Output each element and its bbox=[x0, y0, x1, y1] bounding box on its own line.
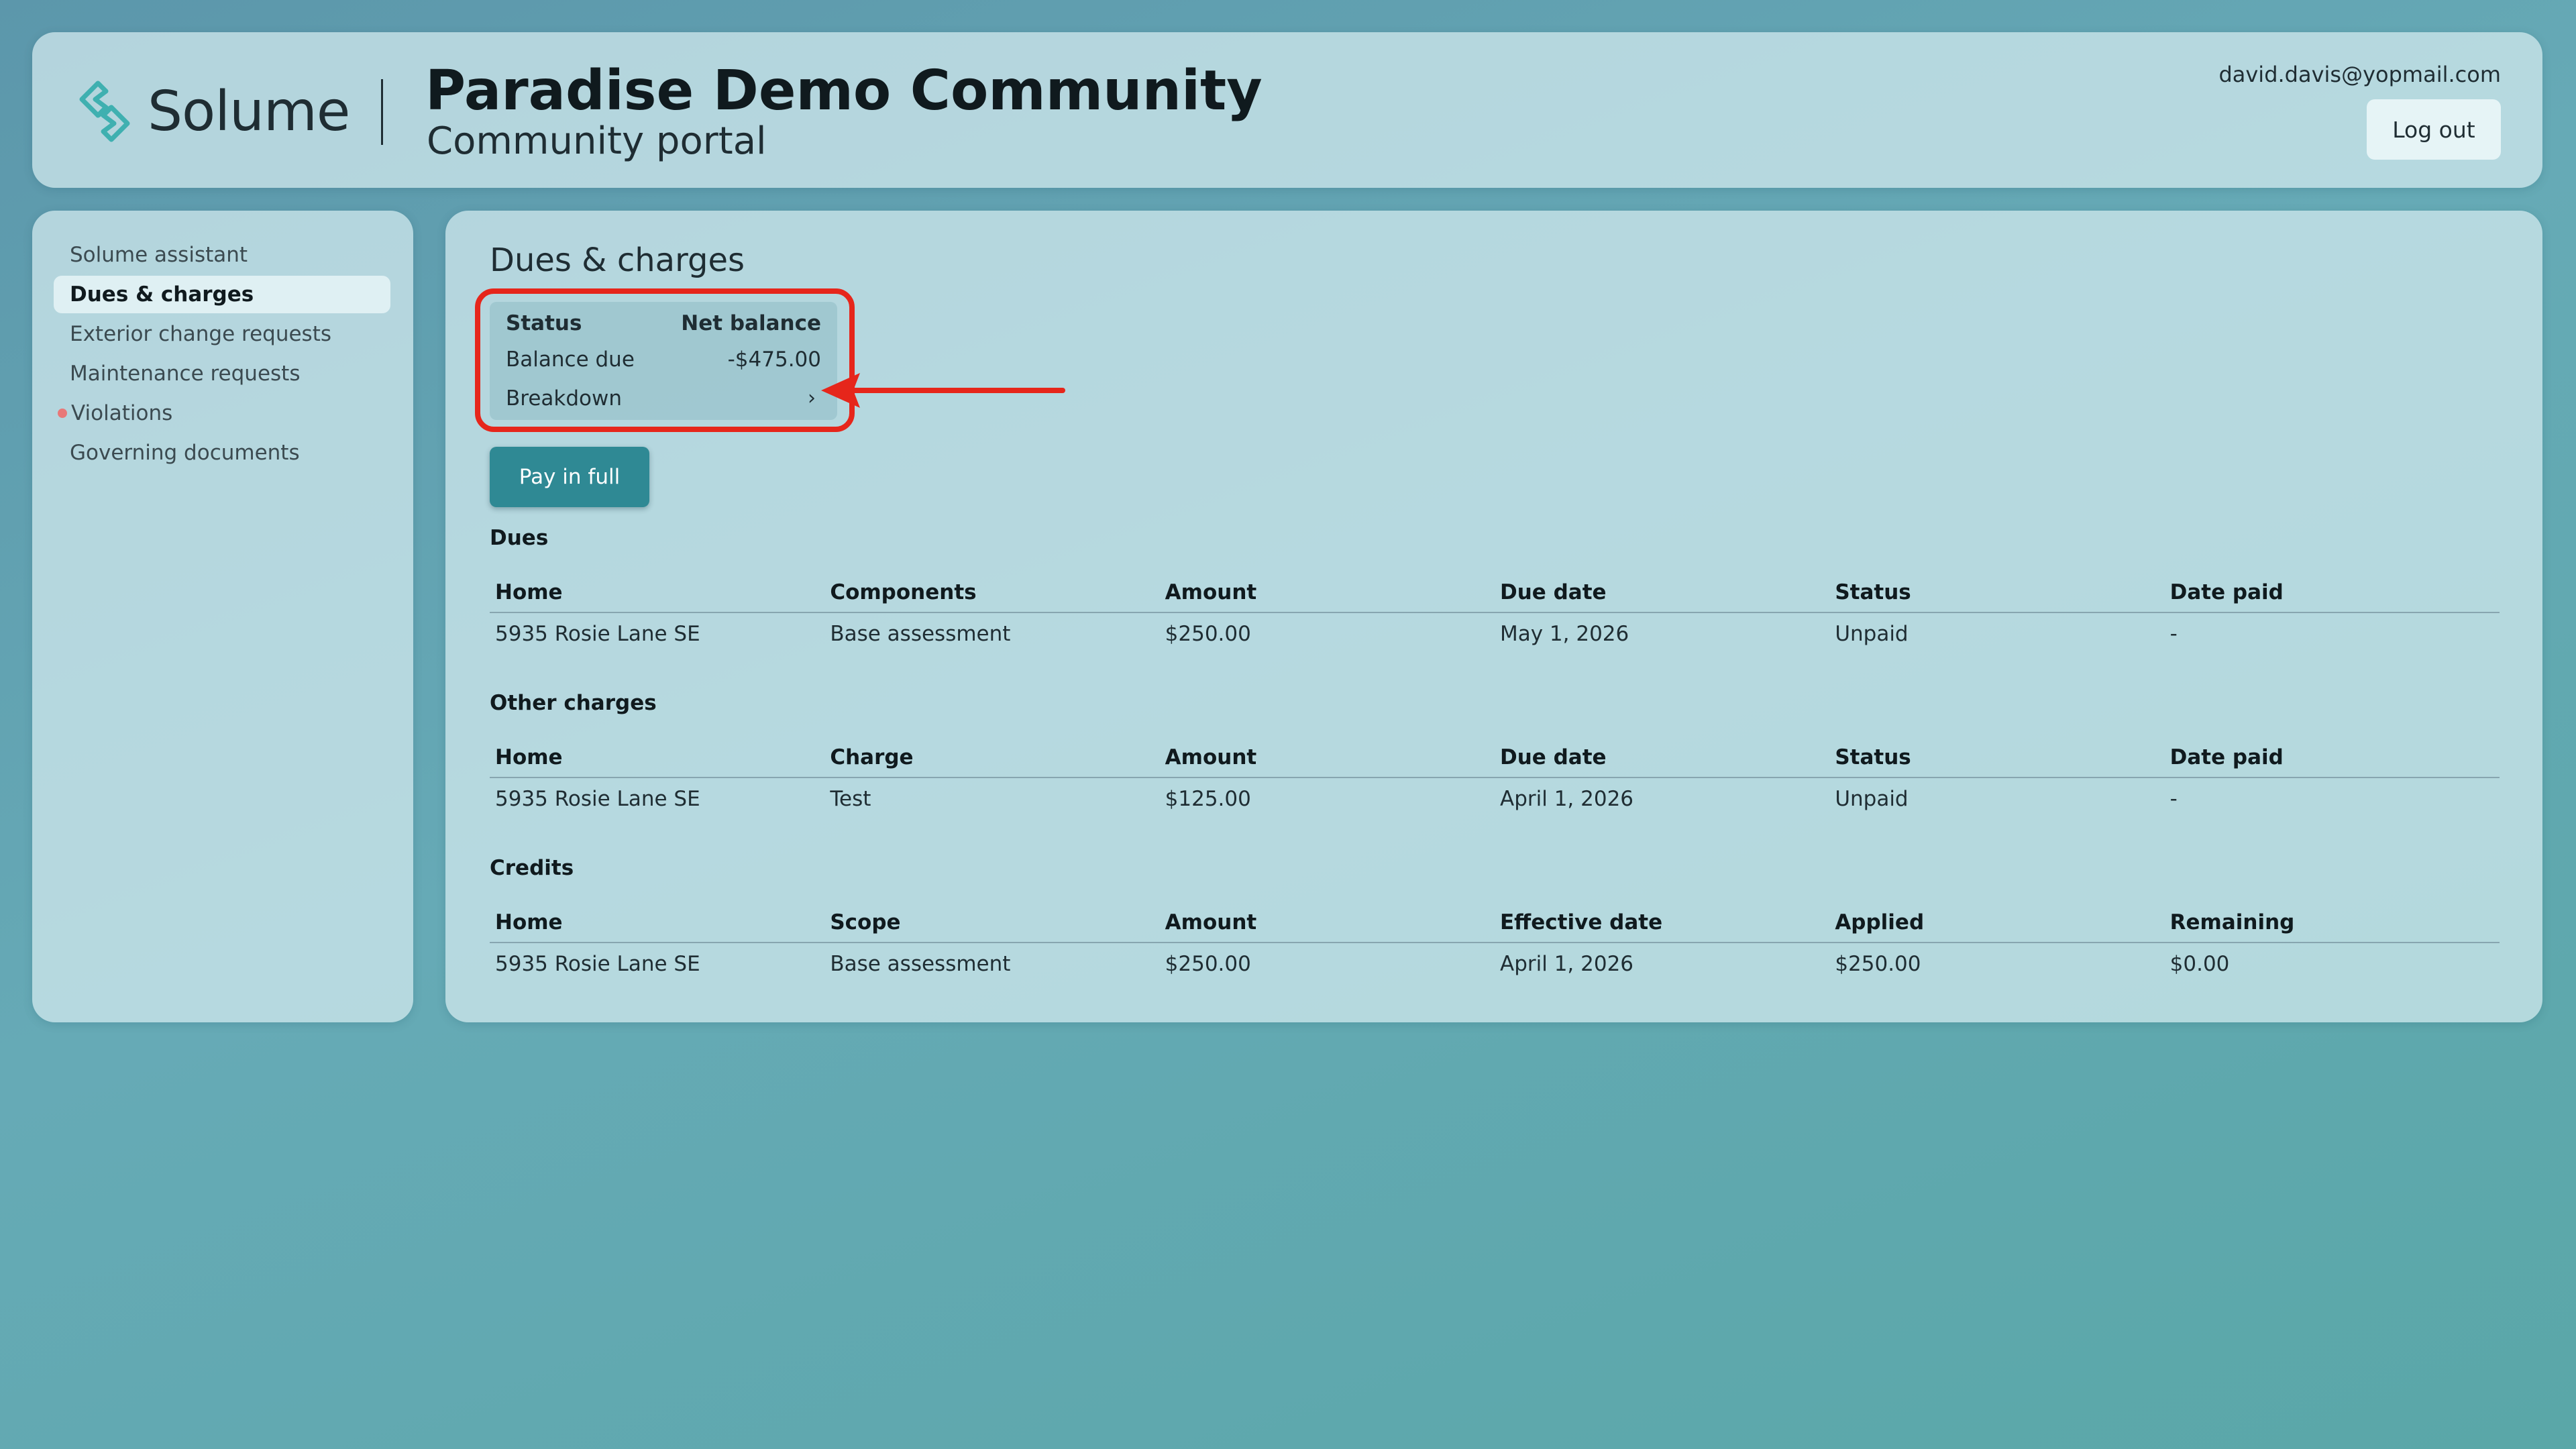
red-arrow-annotation bbox=[821, 373, 1065, 408]
column-header: Charge bbox=[824, 738, 1160, 778]
sidebar: Solume assistant Dues & charges Exterior… bbox=[32, 211, 413, 1022]
column-header: Date paid bbox=[2164, 573, 2500, 613]
column-header: Components bbox=[824, 573, 1160, 613]
table-cell: - bbox=[2169, 787, 2178, 811]
column-header: Home bbox=[490, 903, 825, 943]
column-header: Home bbox=[490, 573, 825, 613]
sidebar-item-maintenance-requests[interactable]: Maintenance requests bbox=[54, 355, 390, 392]
sidebar-item-dues-charges[interactable]: Dues & charges bbox=[54, 276, 390, 313]
annotation-highlight-box bbox=[475, 288, 855, 432]
column-header: Due date bbox=[1494, 738, 1830, 778]
sidebar-item-governing-documents[interactable]: Governing documents bbox=[54, 434, 390, 472]
other-charges-section-title: Other charges bbox=[490, 691, 657, 715]
table-row: 5935 Rosie Lane SE Base assessment $250.… bbox=[490, 612, 2500, 655]
column-header: Effective date bbox=[1494, 903, 1830, 943]
logout-button[interactable]: Log out bbox=[2367, 99, 2501, 160]
column-header: Home bbox=[490, 738, 825, 778]
table-header-row: Home Scope Amount Effective date Applied… bbox=[490, 903, 2500, 943]
column-header: Date paid bbox=[2164, 738, 2500, 778]
column-header: Remaining bbox=[2164, 903, 2500, 943]
column-header: Amount bbox=[1159, 738, 1495, 778]
sidebar-item-exterior-change-requests[interactable]: Exterior change requests bbox=[54, 315, 390, 353]
credits-section-title: Credits bbox=[490, 856, 574, 880]
main-panel: Dues & charges Status Net balance Balanc… bbox=[445, 211, 2542, 1022]
pay-in-full-button[interactable]: Pay in full bbox=[490, 447, 649, 507]
sidebar-item-violations[interactable]: Violations bbox=[54, 394, 390, 432]
table-cell: 5935 Rosie Lane SE bbox=[495, 787, 700, 811]
table-cell: $0.00 bbox=[2169, 952, 2230, 976]
solume-logo-icon bbox=[79, 80, 130, 142]
user-email: david.davis@yopmail.com bbox=[2218, 62, 2501, 87]
page-title: Dues & charges bbox=[490, 241, 745, 279]
sidebar-item-label: Governing documents bbox=[70, 441, 300, 465]
table-cell: $250.00 bbox=[1835, 952, 1921, 976]
table-cell: Unpaid bbox=[1835, 787, 1909, 811]
header-divider bbox=[381, 79, 383, 145]
dues-table: Home Components Amount Due date Status D… bbox=[490, 573, 2500, 655]
column-header: Scope bbox=[824, 903, 1160, 943]
sidebar-item-label: Violations bbox=[71, 401, 173, 425]
solume-logo[interactable]: Solume bbox=[71, 78, 350, 145]
table-cell: $250.00 bbox=[1165, 952, 1251, 976]
sidebar-item-solume-assistant[interactable]: Solume assistant bbox=[54, 236, 390, 274]
sidebar-item-label: Solume assistant bbox=[70, 243, 248, 267]
column-header: Amount bbox=[1159, 573, 1495, 613]
table-header-row: Home Components Amount Due date Status D… bbox=[490, 573, 2500, 613]
alert-dot-icon bbox=[58, 409, 67, 418]
sidebar-item-label: Exterior change requests bbox=[70, 322, 332, 346]
table-cell: April 1, 2026 bbox=[1499, 952, 1634, 976]
header-bar: Solume Paradise Demo Community Community… bbox=[32, 32, 2542, 188]
table-header-row: Home Charge Amount Due date Status Date … bbox=[490, 738, 2500, 778]
table-row: 5935 Rosie Lane SE Test $125.00 April 1,… bbox=[490, 777, 2500, 820]
table-cell: May 1, 2026 bbox=[1499, 622, 1629, 646]
community-title: Paradise Demo Community bbox=[425, 59, 1263, 123]
sidebar-item-label: Dues & charges bbox=[70, 282, 254, 307]
table-cell: $250.00 bbox=[1165, 622, 1251, 646]
column-header: Status bbox=[1829, 738, 2165, 778]
column-header: Amount bbox=[1159, 903, 1495, 943]
table-cell: 5935 Rosie Lane SE bbox=[495, 952, 700, 976]
column-header: Applied bbox=[1829, 903, 2165, 943]
other-charges-table: Home Charge Amount Due date Status Date … bbox=[490, 738, 2500, 820]
column-header: Status bbox=[1829, 573, 2165, 613]
table-cell: Unpaid bbox=[1835, 622, 1909, 646]
sidebar-nav: Solume assistant Dues & charges Exterior… bbox=[54, 236, 390, 474]
brand-name: Solume bbox=[148, 79, 350, 144]
table-cell: Base assessment bbox=[830, 622, 1011, 646]
table-cell: Test bbox=[830, 787, 871, 811]
column-header: Due date bbox=[1494, 573, 1830, 613]
table-cell: 5935 Rosie Lane SE bbox=[495, 622, 700, 646]
portal-subtitle: Community portal bbox=[427, 119, 767, 163]
table-cell: - bbox=[2169, 622, 2178, 646]
table-cell: $125.00 bbox=[1165, 787, 1251, 811]
table-cell: April 1, 2026 bbox=[1499, 787, 1634, 811]
dues-section-title: Dues bbox=[490, 526, 549, 550]
table-cell: Base assessment bbox=[830, 952, 1011, 976]
table-row: 5935 Rosie Lane SE Base assessment $250.… bbox=[490, 943, 2500, 985]
sidebar-item-label: Maintenance requests bbox=[70, 362, 301, 386]
credits-table: Home Scope Amount Effective date Applied… bbox=[490, 903, 2500, 985]
